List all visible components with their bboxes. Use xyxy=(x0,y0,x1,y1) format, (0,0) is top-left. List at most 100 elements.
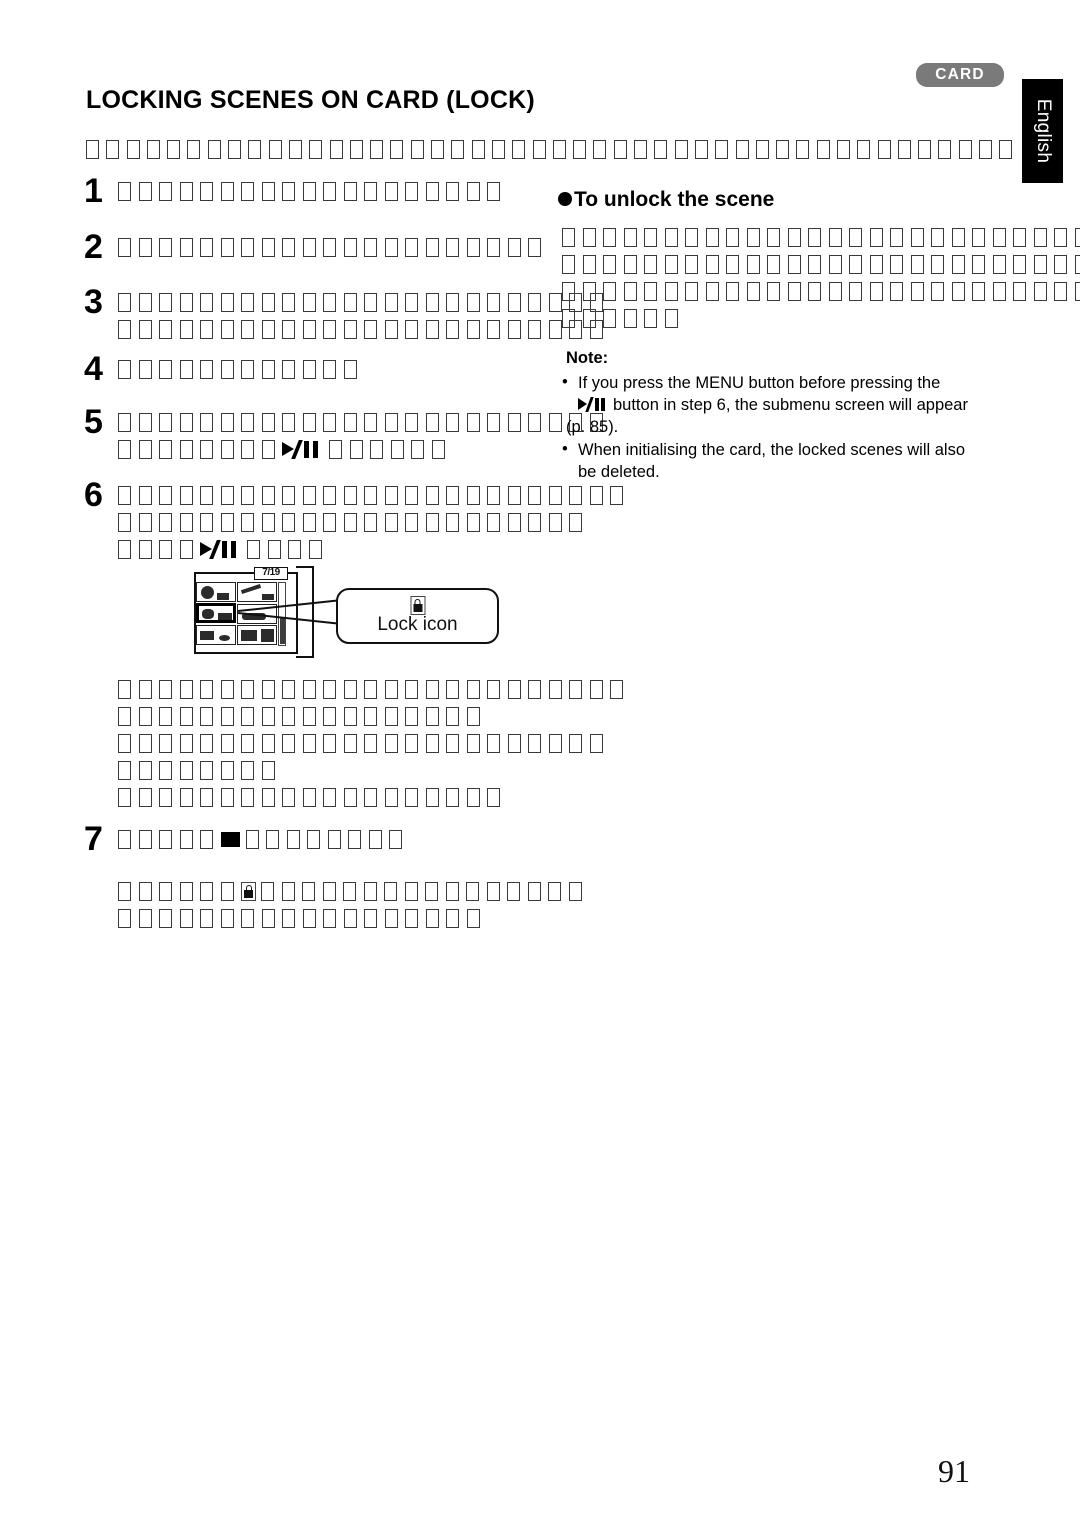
unlock-section-heading-label: To unlock the scene xyxy=(574,188,775,211)
missing-glyph xyxy=(425,320,439,339)
missing-glyph xyxy=(241,761,254,780)
missing-glyph xyxy=(431,440,445,459)
body-block-3-line-1 xyxy=(118,788,508,807)
missing-glyph xyxy=(507,882,520,901)
missing-glyph xyxy=(349,140,363,159)
manual-page: CARD English LOCKING SCENES ON CARD (LOC… xyxy=(0,0,1080,1529)
missing-glyph xyxy=(364,413,377,432)
missing-glyph xyxy=(562,309,575,328)
missing-glyph xyxy=(910,228,924,247)
missing-glyph xyxy=(384,320,398,339)
missing-glyph xyxy=(282,360,295,379)
missing-glyph xyxy=(329,440,342,459)
missing-glyph xyxy=(767,228,780,247)
missing-glyph xyxy=(512,140,526,159)
missing-glyph xyxy=(138,513,152,532)
missing-glyph xyxy=(348,830,361,849)
missing-glyph xyxy=(220,707,234,726)
missing-glyph xyxy=(261,413,275,432)
missing-glyph xyxy=(425,182,439,201)
missing-glyph xyxy=(746,228,760,247)
missing-glyph xyxy=(261,238,275,257)
scrollbar-thumb[interactable] xyxy=(279,618,285,644)
missing-glyph xyxy=(603,282,616,301)
missing-glyph xyxy=(890,255,903,274)
step-6-text-line-3 xyxy=(118,540,329,559)
missing-glyph xyxy=(187,140,201,159)
missing-glyph xyxy=(241,360,254,379)
missing-glyph xyxy=(446,413,459,432)
missing-glyph xyxy=(654,140,668,159)
missing-glyph xyxy=(343,513,357,532)
note-bullet-1: • xyxy=(562,373,568,391)
missing-glyph xyxy=(179,320,193,339)
missing-glyph xyxy=(241,440,254,459)
missing-glyph xyxy=(931,255,944,274)
missing-glyph xyxy=(603,255,616,274)
missing-glyph xyxy=(118,513,131,532)
missing-glyph xyxy=(808,255,821,274)
missing-glyph xyxy=(405,320,418,339)
missing-glyph xyxy=(307,830,320,849)
missing-glyph xyxy=(487,788,500,807)
missing-glyph xyxy=(410,140,424,159)
missing-glyph xyxy=(613,140,627,159)
missing-glyph xyxy=(241,413,254,432)
missing-glyph xyxy=(705,282,719,301)
lock-icon xyxy=(410,596,425,615)
missing-glyph xyxy=(384,734,398,753)
missing-glyph xyxy=(910,282,924,301)
missing-glyph xyxy=(405,413,418,432)
missing-glyph xyxy=(405,788,418,807)
missing-glyph xyxy=(1074,282,1080,301)
unlock-paragraph-line-3 xyxy=(562,282,1080,301)
missing-glyph xyxy=(507,238,521,257)
step-3-text-line-2 xyxy=(118,320,610,339)
missing-glyph xyxy=(200,734,213,753)
note-item-2-line-2: be deleted. xyxy=(578,463,660,481)
missing-glyph xyxy=(220,788,234,807)
bullet-dot-icon xyxy=(558,192,572,206)
missing-glyph xyxy=(589,486,603,505)
missing-glyph xyxy=(118,182,131,201)
missing-glyph xyxy=(487,486,500,505)
missing-glyph xyxy=(323,320,336,339)
missing-glyph xyxy=(179,540,193,559)
missing-glyph xyxy=(425,413,439,432)
thumbnail-item xyxy=(237,625,277,645)
missing-glyph xyxy=(405,707,418,726)
missing-glyph xyxy=(146,140,160,159)
language-tab: English xyxy=(1022,79,1063,183)
missing-glyph xyxy=(159,707,172,726)
intro-paragraph xyxy=(86,140,1020,159)
missing-glyph xyxy=(405,513,418,532)
missing-glyph xyxy=(220,440,234,459)
missing-glyph xyxy=(466,238,480,257)
missing-glyph xyxy=(828,255,842,274)
missing-glyph xyxy=(466,909,480,928)
note-item-1-line-2: button in step 6, the submenu screen wil… xyxy=(578,395,968,416)
missing-glyph xyxy=(425,882,438,901)
missing-glyph xyxy=(715,140,729,159)
missing-glyph xyxy=(302,882,315,901)
missing-glyph xyxy=(220,734,234,753)
missing-glyph xyxy=(261,486,275,505)
missing-glyph xyxy=(261,360,275,379)
missing-glyph xyxy=(890,282,903,301)
missing-glyph xyxy=(364,734,377,753)
note-label: Note: xyxy=(566,349,609,367)
step-number-3: 3 xyxy=(84,283,103,321)
missing-glyph xyxy=(644,282,657,301)
missing-glyph xyxy=(431,140,445,159)
missing-glyph xyxy=(323,707,336,726)
missing-glyph xyxy=(323,680,336,699)
missing-glyph xyxy=(491,140,505,159)
missing-glyph xyxy=(951,255,965,274)
missing-glyph xyxy=(179,882,193,901)
thumbnail-item xyxy=(196,625,236,645)
missing-glyph xyxy=(573,140,587,159)
missing-glyph xyxy=(466,182,480,201)
missing-glyph xyxy=(179,413,193,432)
missing-glyph xyxy=(343,788,357,807)
missing-glyph xyxy=(384,238,398,257)
